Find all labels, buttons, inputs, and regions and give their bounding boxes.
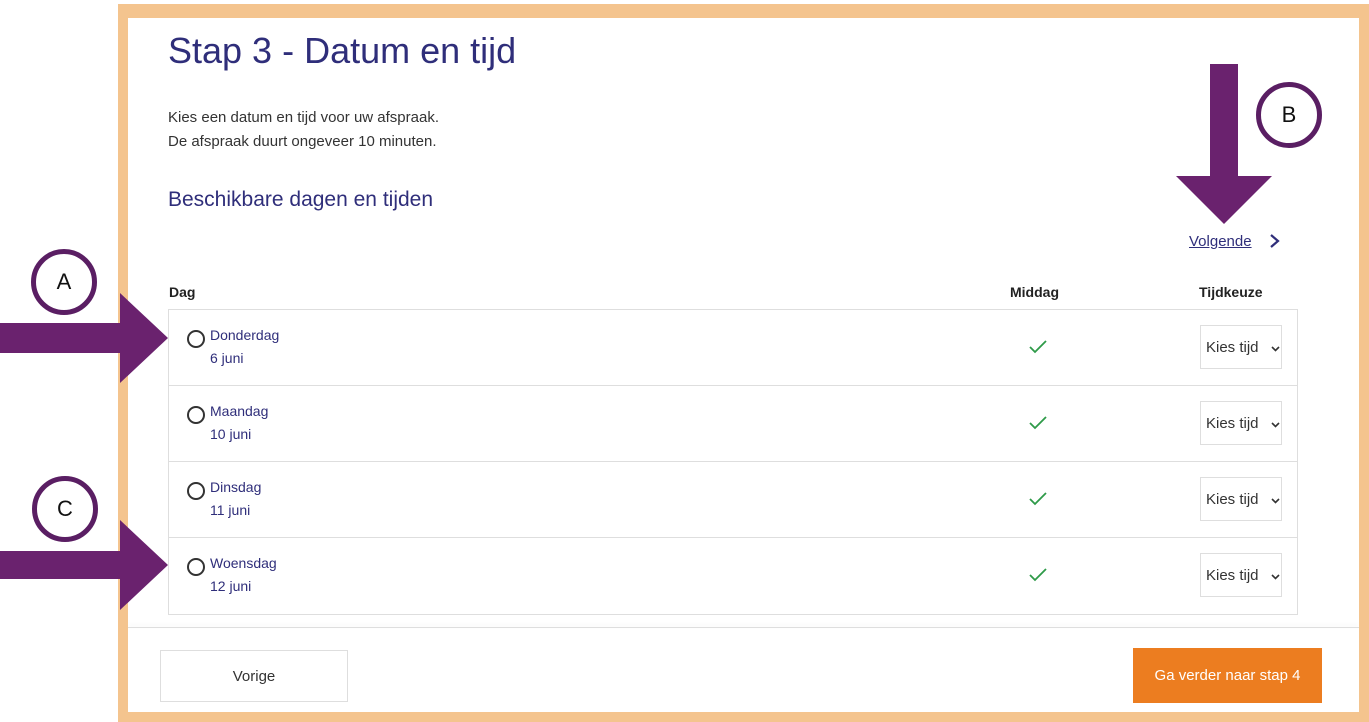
day-radio[interactable]	[187, 482, 205, 500]
section-title: Beschikbare dagen en tijden	[168, 188, 434, 211]
page-title: Stap 3 - Datum en tijd	[168, 30, 517, 71]
column-header-day: Dag	[169, 284, 196, 300]
table-row: Dinsdag 11 juni Kies tijd	[169, 462, 1297, 538]
intro-text: Kies een datum en tijd voor uw afspraak.…	[168, 106, 439, 154]
day-date[interactable]: 12 juni	[210, 578, 251, 594]
table-row: Woensdag 12 juni Kies tijd	[169, 538, 1297, 614]
annotation-label-b: B	[1256, 82, 1322, 148]
next-week-link[interactable]: Volgende	[1189, 233, 1252, 250]
appointment-panel: Stap 3 - Datum en tijd Kies een datum en…	[128, 18, 1359, 712]
availability-table: Donderdag 6 juni Kies tijd Maandag 10 ju…	[168, 309, 1298, 615]
time-select[interactable]: Kies tijd	[1200, 553, 1282, 597]
chevron-down-icon	[1271, 422, 1280, 428]
day-name[interactable]: Dinsdag	[210, 479, 261, 495]
time-select[interactable]: Kies tijd	[1200, 325, 1282, 369]
day-name[interactable]: Woensdag	[210, 555, 277, 571]
day-date[interactable]: 10 juni	[210, 426, 251, 442]
column-header-afternoon: Middag	[1010, 284, 1059, 300]
time-select-label: Kies tijd	[1206, 415, 1259, 432]
chevron-down-icon	[1271, 498, 1280, 504]
column-header-time-choice: Tijdkeuze	[1199, 284, 1263, 300]
footer-divider	[128, 627, 1359, 628]
table-row: Maandag 10 juni Kies tijd	[169, 386, 1297, 462]
table-row: Donderdag 6 juni Kies tijd	[169, 310, 1297, 386]
time-select-label: Kies tijd	[1206, 567, 1259, 584]
checkmark-icon	[1029, 492, 1047, 506]
day-radio[interactable]	[187, 558, 205, 576]
day-name[interactable]: Donderdag	[210, 327, 279, 343]
day-name[interactable]: Maandag	[210, 403, 268, 419]
day-radio[interactable]	[187, 330, 205, 348]
day-date[interactable]: 6 juni	[210, 350, 243, 366]
day-radio[interactable]	[187, 406, 205, 424]
arrow-down-b-icon	[1176, 64, 1272, 224]
checkmark-icon	[1029, 340, 1047, 354]
time-select[interactable]: Kies tijd	[1200, 401, 1282, 445]
annotation-label-a: A	[31, 249, 97, 315]
chevron-down-icon	[1271, 346, 1280, 352]
previous-button[interactable]: Vorige	[160, 650, 348, 702]
time-select-label: Kies tijd	[1206, 491, 1259, 508]
time-select-label: Kies tijd	[1206, 339, 1259, 356]
chevron-down-icon	[1271, 574, 1280, 580]
chevron-right-icon[interactable]	[1265, 229, 1285, 253]
intro-line-1: Kies een datum en tijd voor uw afspraak.	[168, 109, 439, 126]
day-date[interactable]: 11 juni	[210, 502, 250, 518]
intro-line-2: De afspraak duurt ongeveer 10 minuten.	[168, 133, 437, 150]
time-select[interactable]: Kies tijd	[1200, 477, 1282, 521]
continue-step-4-button[interactable]: Ga verder naar stap 4	[1133, 648, 1322, 703]
annotation-label-c: C	[32, 476, 98, 542]
checkmark-icon	[1029, 568, 1047, 582]
checkmark-icon	[1029, 416, 1047, 430]
